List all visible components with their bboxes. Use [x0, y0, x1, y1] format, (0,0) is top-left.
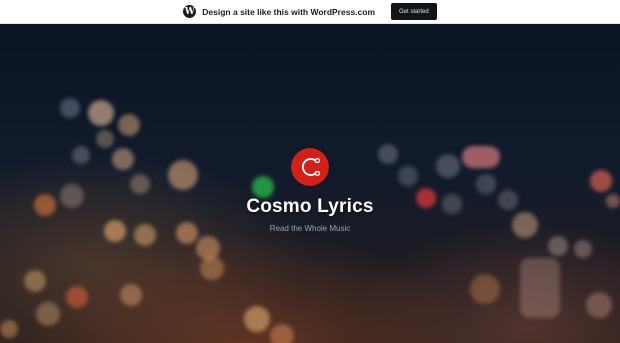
- bokeh-light: [120, 284, 142, 306]
- bokeh-light: [200, 256, 224, 280]
- bokeh-light: [0, 320, 18, 338]
- bokeh-light: [88, 100, 114, 126]
- site-title[interactable]: Cosmo Lyrics: [246, 196, 373, 218]
- promo-text[interactable]: Design a site like this with WordPress.c…: [202, 7, 375, 17]
- bokeh-light: [574, 240, 592, 258]
- bokeh-light: [66, 286, 88, 308]
- bokeh-light: [36, 302, 60, 326]
- bokeh-light: [470, 274, 500, 304]
- bokeh-light: [270, 324, 294, 343]
- bokeh-light: [118, 114, 140, 136]
- site-tagline: Read the Whole Music: [269, 224, 351, 233]
- bokeh-light: [24, 270, 46, 292]
- bokeh-light: [586, 292, 612, 318]
- wordpress-promo-bar: W Design a site like this with WordPress…: [0, 0, 620, 24]
- bokeh-light: [60, 98, 80, 118]
- bokeh-light: [520, 258, 560, 318]
- get-started-button[interactable]: Get started: [391, 3, 437, 20]
- bokeh-light: [244, 306, 270, 332]
- headphone-c-icon: [302, 158, 320, 176]
- bokeh-light: [96, 130, 114, 148]
- hero-background: Cosmo Lyrics Read the Whole Music: [0, 24, 620, 343]
- wordpress-logo-icon[interactable]: W: [183, 5, 197, 18]
- site-logo[interactable]: [291, 148, 329, 186]
- site-branding: Cosmo Lyrics Read the Whole Music: [0, 148, 620, 233]
- bokeh-light: [548, 236, 568, 256]
